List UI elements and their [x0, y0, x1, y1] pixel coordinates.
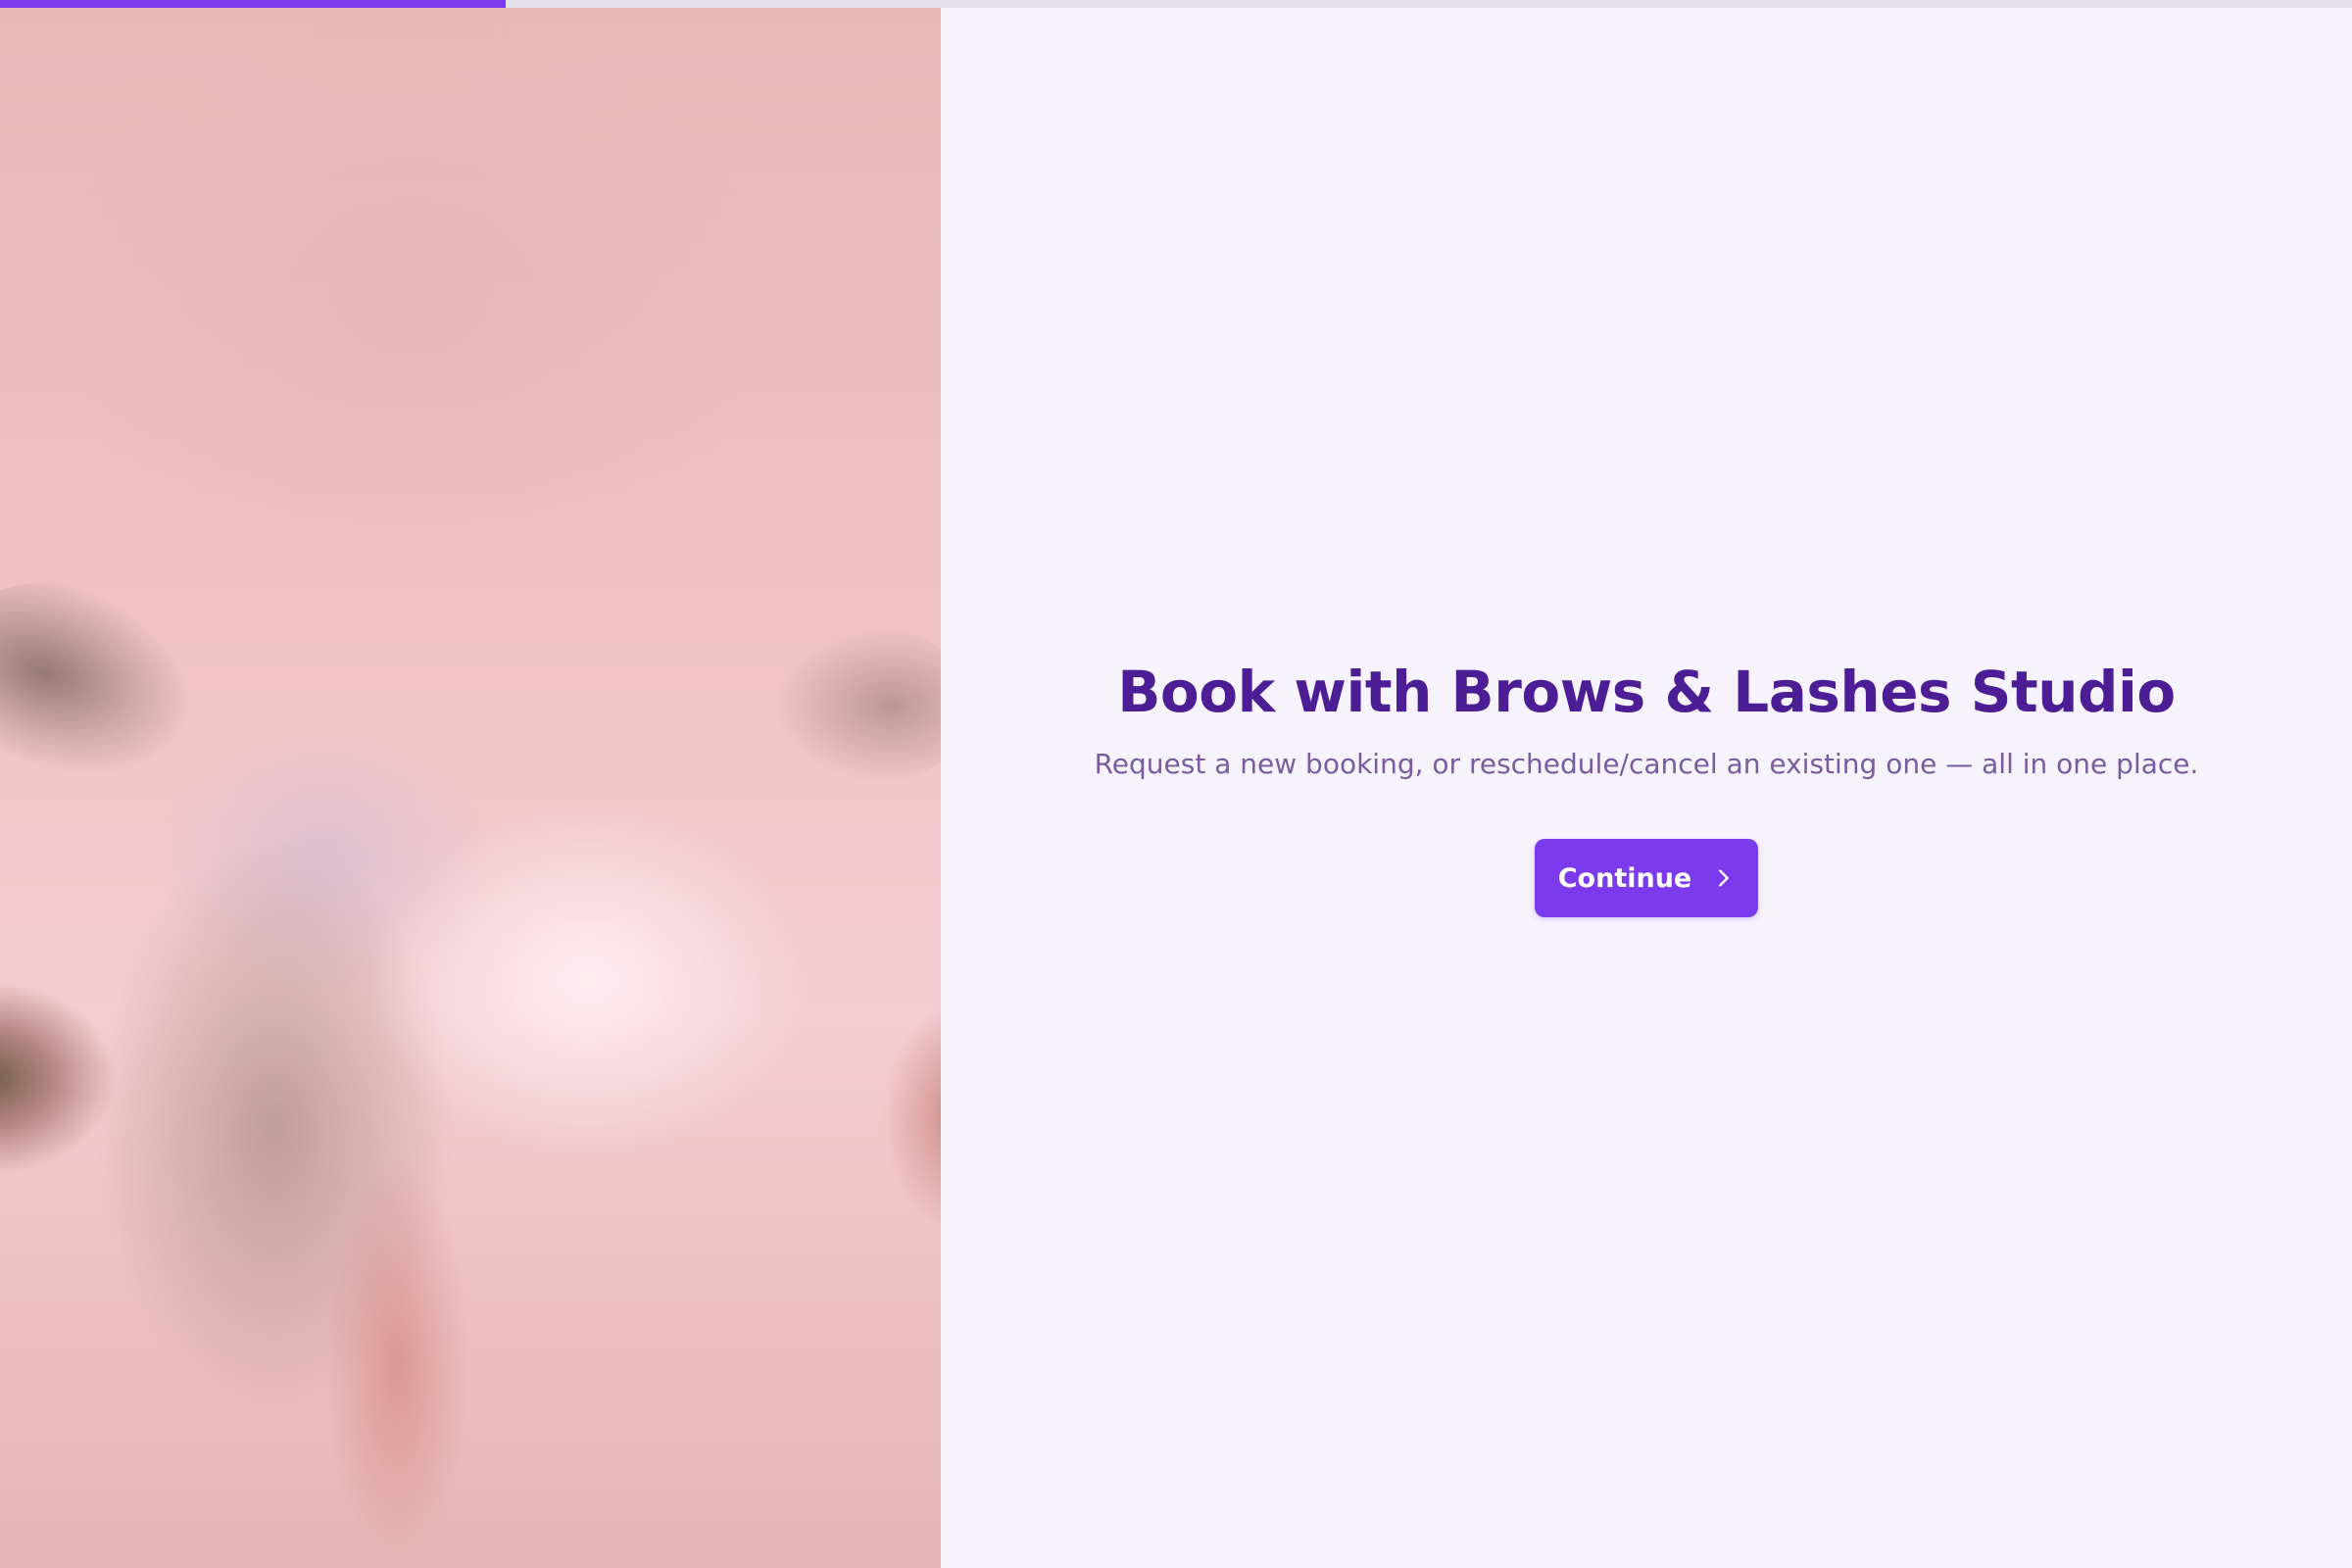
progress-bar	[0, 0, 2352, 8]
continue-button-label: Continue	[1557, 862, 1692, 894]
hero-image-right-eye	[882, 1000, 941, 1235]
page-title: Book with Brows & Lashes Studio	[1117, 659, 2176, 725]
hero-image	[0, 0, 941, 1568]
hero-image-nose-shadow	[323, 1156, 470, 1568]
main-panel: Book with Brows & Lashes Studio Request …	[941, 0, 2352, 1568]
continue-button[interactable]: Continue	[1535, 839, 1758, 917]
intro-section: Book with Brows & Lashes Studio Request …	[941, 655, 2352, 917]
booking-landing-page: Book with Brows & Lashes Studio Request …	[0, 0, 2352, 1568]
chevron-right-icon	[1719, 869, 1730, 887]
hero-image-left-eye	[0, 980, 118, 1176]
hero-image-right-brow	[774, 627, 941, 784]
page-subtitle: Request a new booking, or reschedule/can…	[1094, 748, 2199, 780]
hero-image-left-brow	[0, 550, 220, 812]
progress-bar-fill	[0, 0, 506, 8]
